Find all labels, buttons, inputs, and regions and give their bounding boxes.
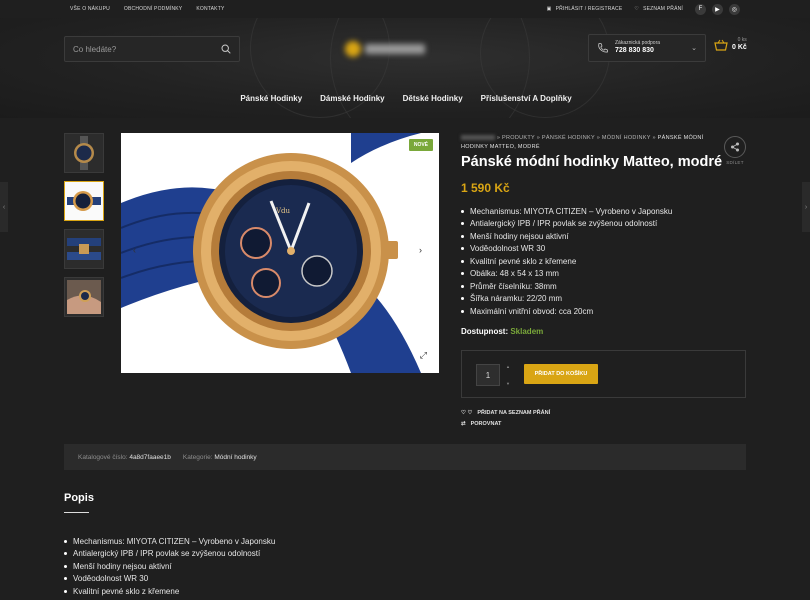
chevron-down-icon[interactable]: ▼ xyxy=(506,381,510,386)
support-phone: 728 830 830 xyxy=(615,46,654,54)
nav-kids-watches[interactable]: Dětské Hodinky xyxy=(403,94,463,103)
link-contacts[interactable]: KONTAKTY xyxy=(196,6,224,12)
divider xyxy=(64,512,89,513)
availability-status: Skladem xyxy=(510,327,544,336)
list-item: Průměr číselníku: 38mm xyxy=(461,280,672,293)
svg-text:Vdu: Vdu xyxy=(275,207,291,215)
list-item: Mechanismus: MIYOTA CITIZEN – Vyrobeno v… xyxy=(461,205,672,218)
top-bar: VŠE O NÁKUPU OBCHODNÍ PODMÍNKY KONTAKTY … xyxy=(0,0,810,18)
list-item: Voděodolnost WR 30 xyxy=(64,573,275,586)
link-terms[interactable]: OBCHODNÍ PODMÍNKY xyxy=(124,6,182,12)
share-icon xyxy=(731,142,739,152)
feature-list: Mechanismus: MIYOTA CITIZEN – Vyrobeno v… xyxy=(461,205,672,318)
youtube-icon[interactable]: ▶ xyxy=(712,3,723,15)
search-input[interactable]: Co hledáte? xyxy=(64,36,240,62)
compare-icon: ⇄ xyxy=(461,421,466,427)
compare-label: POROVNAT xyxy=(470,421,502,427)
main-nav: Pánské Hodinky Dámské Hodinky Dětské Hod… xyxy=(0,94,810,103)
header: Co hledáte? Zákaznická podpora 728 830 8… xyxy=(0,18,810,118)
quantity-input[interactable]: 1 xyxy=(476,364,500,386)
share-label: SDÍLET xyxy=(726,160,744,165)
instagram-icon[interactable]: ◎ xyxy=(729,3,740,15)
add-to-wishlist-label: PŘIDAT NA SEZNAM PŘÁNÍ xyxy=(477,410,551,416)
cart-total: 0 Kč xyxy=(732,43,747,51)
gallery-prev-arrow[interactable]: ‹ xyxy=(133,245,136,255)
thumbnail[interactable] xyxy=(64,229,104,269)
chevron-down-icon: ⌄ xyxy=(691,45,697,52)
search-placeholder: Co hledáte? xyxy=(73,44,117,54)
heart-icon: ♡ ♡ xyxy=(461,410,473,416)
compare-button[interactable]: ⇄ POROVNAT xyxy=(461,421,501,427)
list-item: Kvalitní pevné sklo z křemene xyxy=(461,255,672,268)
list-item: Maximální vnitřní obvod: cca 20cm xyxy=(461,305,672,318)
breadcrumb-products[interactable]: PRODUKTY xyxy=(502,135,535,141)
description-list: Mechanismus: MIYOTA CITIZEN – Vyrobeno v… xyxy=(64,535,275,598)
login-link[interactable]: ▣ PŘIHLÁSIT / REGISTRACE xyxy=(547,6,623,12)
product-price: 1 590 Kč xyxy=(461,181,510,195)
list-item: Mechanismus: MIYOTA CITIZEN – Vyrobeno v… xyxy=(64,535,275,548)
facebook-icon[interactable]: f xyxy=(695,3,706,15)
login-label: PŘIHLÁSIT / REGISTRACE xyxy=(555,6,623,12)
list-item: Obálka: 48 x 54 x 13 mm xyxy=(461,268,672,281)
next-product-arrow[interactable]: › xyxy=(802,182,810,232)
chevron-up-icon[interactable]: ▲ xyxy=(506,364,510,369)
product-image[interactable]: Vdu NOVÉ ‹ › ⤢ xyxy=(121,133,439,373)
link-shopping-info[interactable]: VŠE O NÁKUPU xyxy=(70,6,110,12)
basket-icon xyxy=(714,39,728,51)
list-item: Menší hodiny nejsou aktivní xyxy=(64,560,275,573)
gallery-next-arrow[interactable]: › xyxy=(419,245,422,255)
product-title: Pánské módní hodinky Matteo, modré xyxy=(461,154,723,170)
availability-label: Dostupnost: xyxy=(461,327,509,336)
list-item: Šířka náramku: 22/20 mm xyxy=(461,293,672,306)
watch-image: Vdu xyxy=(121,133,421,373)
list-item: Voděodolnost WR 30 xyxy=(461,243,672,256)
category-label: Kategorie: xyxy=(182,453,213,461)
thumbnail[interactable] xyxy=(64,133,104,173)
add-to-wishlist-button[interactable]: ♡ ♡ PŘIDAT NA SEZNAM PŘÁNÍ xyxy=(461,410,550,416)
buy-box: 1 ▲ ▼ PŘIDAT DO KOŠÍKU xyxy=(461,350,746,398)
heart-icon: ♡ xyxy=(634,6,640,12)
list-item: Antialergický IPB / IPR povlak se zvýšen… xyxy=(461,218,672,231)
wishlist-link[interactable]: ♡ SEZNAM PŘÁNÍ xyxy=(634,6,683,12)
breadcrumb-fashion-watches[interactable]: MÓDNÍ HODINKY xyxy=(602,135,651,141)
logo[interactable] xyxy=(345,38,455,60)
list-item: Kvalitní pevné sklo z křemene xyxy=(64,585,275,598)
new-badge: NOVÉ xyxy=(408,139,433,151)
description-heading[interactable]: Popis xyxy=(64,492,94,504)
thumbnail-list xyxy=(64,133,104,317)
breadcrumb-home-blurred[interactable] xyxy=(461,135,495,141)
product-meta: Katalogové číslo: 4a8d7faaee1b Kategorie… xyxy=(64,444,746,470)
user-icon: ▣ xyxy=(546,6,552,12)
expand-icon[interactable]: ⤢ xyxy=(420,350,427,361)
breadcrumb: » PRODUKTY » PÁNSKÉ HODINKY » MÓDNÍ HODI… xyxy=(461,135,704,150)
catalog-number: 4a8d7faaee1b xyxy=(129,453,171,461)
nav-accessories[interactable]: Příslušenství A Doplňky xyxy=(481,94,572,103)
list-item: Menší hodiny nejsou aktivní xyxy=(461,230,672,243)
support-dropdown[interactable]: Zákaznická podpora 728 830 830 ⌄ xyxy=(588,34,706,62)
thumbnail-active[interactable] xyxy=(64,181,104,221)
thumbnail[interactable] xyxy=(64,277,104,317)
search-icon[interactable] xyxy=(221,44,231,54)
add-to-cart-button[interactable]: PŘIDAT DO KOŠÍKU xyxy=(524,364,598,384)
catalog-label: Katalogové číslo: xyxy=(78,453,128,461)
breadcrumb-mens-watches[interactable]: PÁNSKÉ HODINKY xyxy=(542,135,595,141)
share-button[interactable]: SDÍLET xyxy=(724,136,746,165)
list-item: Antialergický IPB / IPR povlak se zvýšen… xyxy=(64,548,275,561)
phone-icon xyxy=(598,43,608,53)
availability: Dostupnost: Skladem xyxy=(461,327,543,336)
prev-product-arrow[interactable]: ‹ xyxy=(0,182,8,232)
nav-mens-watches[interactable]: Pánské Hodinky xyxy=(240,94,302,103)
category-link[interactable]: Módní hodinky xyxy=(214,454,256,461)
wishlist-label: SEZNAM PŘÁNÍ xyxy=(643,6,683,12)
quantity-stepper[interactable]: ▲ ▼ xyxy=(502,364,514,386)
cart-button[interactable]: 0 ks 0 Kč xyxy=(714,37,747,51)
nav-womens-watches[interactable]: Dámské Hodinky xyxy=(320,94,384,103)
